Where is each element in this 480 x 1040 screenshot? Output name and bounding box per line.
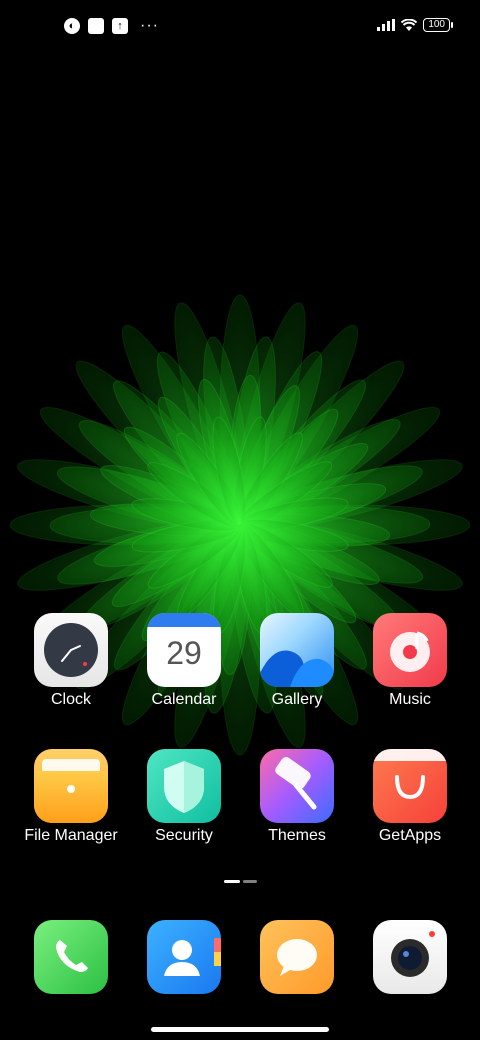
shopping-bag-icon [373, 749, 447, 823]
app-security[interactable]: Security [129, 749, 239, 845]
app-gallery[interactable]: Gallery [242, 613, 352, 709]
wifi-icon [401, 19, 418, 31]
signal-icon [377, 19, 396, 31]
app-file-manager[interactable]: File Manager [16, 749, 126, 845]
app-label: GetApps [378, 827, 442, 844]
app-music[interactable]: Music [355, 613, 465, 709]
status-bar-system: 100 [377, 18, 453, 32]
app-label: Security [155, 827, 213, 844]
app-label: File Manager [24, 827, 118, 844]
status-bar-notifications: ◐ ↑ ··· [64, 18, 159, 34]
contacts-icon [147, 920, 221, 994]
clock-icon [34, 613, 108, 687]
app-calendar[interactable]: 29 Calendar [129, 613, 239, 709]
upload-icon: ↑ [112, 18, 128, 34]
app-clock[interactable]: Clock [16, 613, 126, 709]
app-getapps[interactable]: GetApps [355, 749, 465, 845]
dock-phone[interactable] [16, 920, 126, 994]
phone-icon [34, 920, 108, 994]
app-label: Gallery [271, 691, 323, 708]
gallery-icon [260, 613, 334, 687]
page-indicator[interactable] [224, 880, 257, 883]
battery-indicator: 100 [423, 18, 453, 32]
dock-camera[interactable] [355, 920, 465, 994]
app-label: Clock [50, 691, 91, 708]
paint-roller-icon [260, 749, 334, 823]
camera-icon [373, 920, 447, 994]
page-dot [243, 880, 257, 883]
page-dot-active [224, 880, 240, 883]
square-notification-icon [88, 18, 104, 34]
app-label: Music [389, 691, 431, 708]
shield-icon [147, 749, 221, 823]
dock-contacts[interactable] [129, 920, 239, 994]
status-bar: ◐ ↑ ··· 100 [0, 0, 480, 56]
more-notifications-indicator: ··· [140, 17, 159, 34]
folder-icon [34, 749, 108, 823]
app-label: Calendar [151, 691, 217, 708]
dock-messaging[interactable] [242, 920, 352, 994]
music-icon [373, 613, 447, 687]
app-themes[interactable]: Themes [242, 749, 352, 845]
app-label: Themes [268, 827, 326, 844]
calendar-icon: 29 [147, 613, 221, 687]
calendar-day: 29 [166, 635, 202, 671]
app-notification-icon: ◐ [64, 18, 80, 34]
home-gesture-bar[interactable] [151, 1027, 329, 1032]
messaging-icon [260, 920, 334, 994]
